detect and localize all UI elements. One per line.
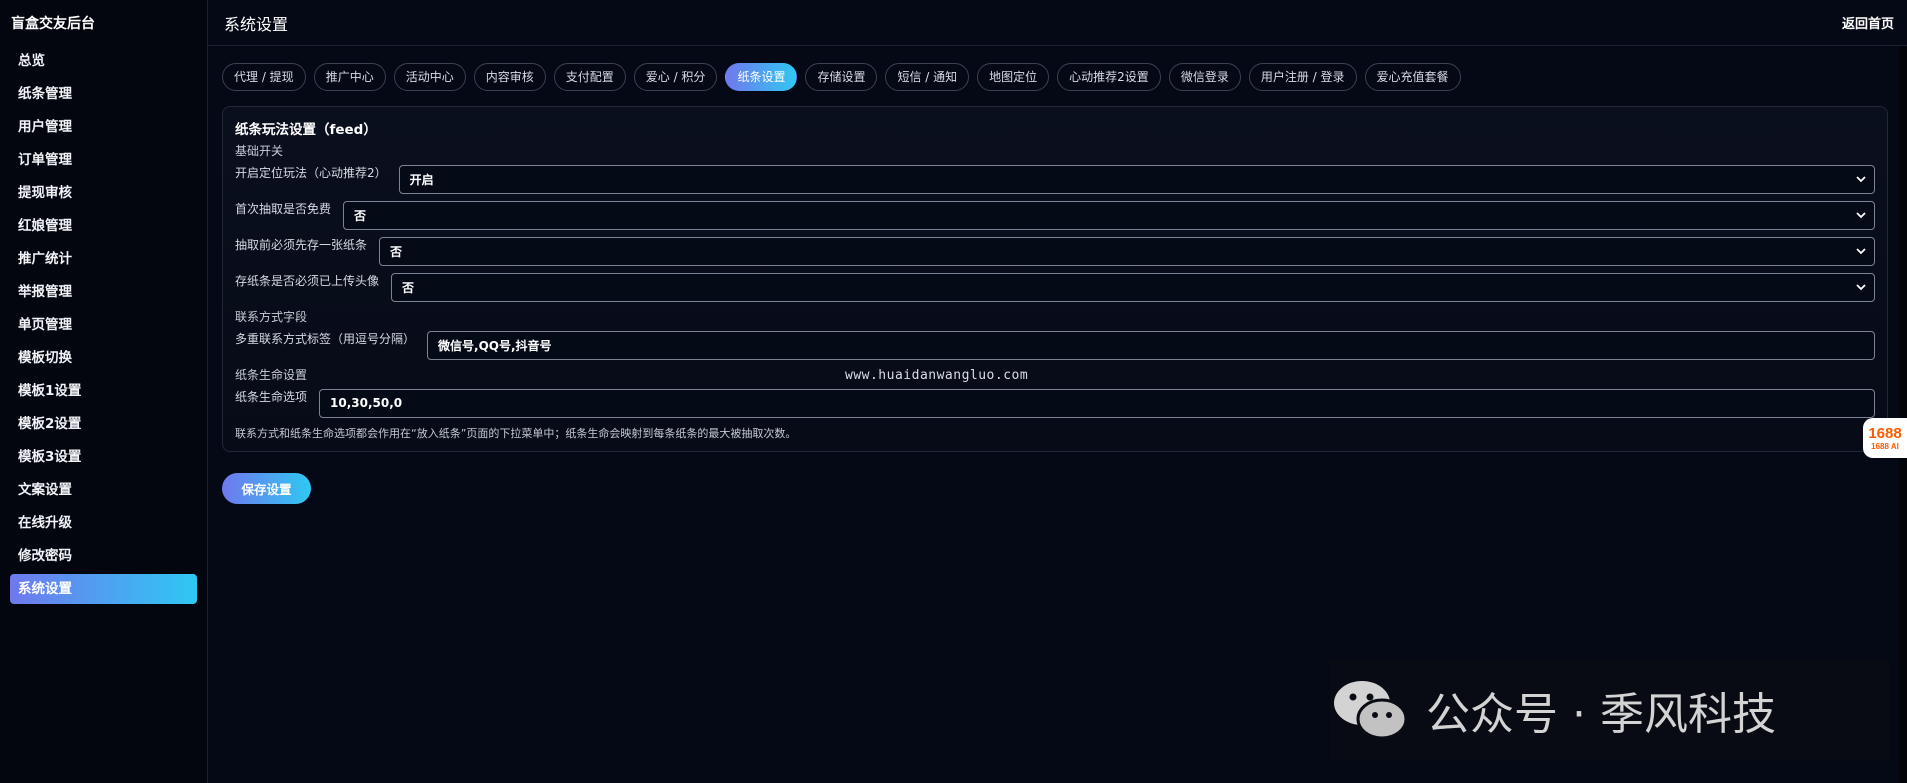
sidebar-item-pages[interactable]: 单页管理 [10, 310, 197, 340]
sidebar-item-matchmakers[interactable]: 红娘管理 [10, 211, 197, 241]
sidebar-item-withdraw-review[interactable]: 提现审核 [10, 178, 197, 208]
store-before-draw-select[interactable]: 否 [379, 236, 1875, 266]
sidebar: 盲盒交友后台 总览 纸条管理 用户管理 订单管理 提现审核 红娘管理 推广统计 … [0, 0, 208, 783]
tab-note-settings[interactable]: 纸条设置 [725, 63, 798, 91]
select-value: 否 [402, 280, 415, 295]
select-value: 否 [354, 208, 367, 223]
badge-sub: 1688 AI [1871, 441, 1899, 451]
row-location-play: 开启定位玩法（心动推荐2） 开启 [235, 161, 1875, 197]
section-note-life: 纸条生命设置 [235, 368, 308, 382]
chevron-down-icon [1856, 284, 1866, 291]
select-value: 否 [390, 244, 403, 259]
avatar-required-select[interactable]: 否 [391, 272, 1875, 302]
section-contact-fields: 联系方式字段 [235, 310, 308, 324]
sidebar-item-template-switch[interactable]: 模板切换 [10, 343, 197, 373]
wechat-icon [1334, 681, 1408, 740]
field-label: 存纸条是否必须已上传头像 [235, 274, 380, 288]
row-first-draw-free: 首次抽取是否免费 否 [235, 197, 1875, 233]
badge-logo: 1688 [1868, 424, 1902, 442]
sidebar-item-upgrade[interactable]: 在线升级 [10, 508, 197, 538]
sidebar-item-notes[interactable]: 纸条管理 [10, 79, 197, 109]
row-contact-labels: 多重联系方式标签（用逗号分隔） [235, 327, 1875, 363]
sidebar-menu: 总览 纸条管理 用户管理 订单管理 提现审核 红娘管理 推广统计 举报管理 单页… [0, 46, 207, 604]
sidebar-item-password[interactable]: 修改密码 [10, 541, 197, 571]
page-title: 系统设置 [224, 14, 289, 34]
sidebar-item-system-settings[interactable]: 系统设置 [10, 574, 197, 604]
sidebar-item-template2[interactable]: 模板2设置 [10, 409, 197, 439]
sidebar-item-template1[interactable]: 模板1设置 [10, 376, 197, 406]
scrollbar-track[interactable] [1899, 46, 1907, 783]
tab-agent-withdraw[interactable]: 代理 / 提现 [222, 63, 306, 91]
save-settings-button[interactable]: 保存设置 [222, 473, 311, 504]
settings-hint: 联系方式和纸条生命选项都会作用在“放入纸条”页面的下拉菜单中；纸条生命会映射到每… [235, 427, 797, 440]
tab-user-register-login[interactable]: 用户注册 / 登录 [1248, 63, 1357, 91]
brand-title: 盲盒交友后台 [11, 16, 95, 32]
tab-storage-settings[interactable]: 存储设置 [805, 63, 878, 91]
tab-activity-center[interactable]: 活动中心 [393, 63, 466, 91]
field-label: 纸条生命选项 [235, 390, 308, 404]
section-basic-switches: 基础开关 [235, 144, 284, 158]
sidebar-item-copywriting[interactable]: 文案设置 [10, 475, 197, 505]
note-life-input[interactable] [319, 388, 1875, 418]
topbar: 系统设置 返回首页 [208, 0, 1907, 46]
field-label: 开启定位玩法（心动推荐2） [235, 166, 387, 180]
tab-payment-config[interactable]: 支付配置 [553, 63, 626, 91]
tab-recommend2-settings[interactable]: 心动推荐2设置 [1057, 63, 1161, 91]
contact-labels-input[interactable] [427, 330, 1875, 360]
tab-love-points[interactable]: 爱心 / 积分 [633, 63, 718, 91]
tab-map-location[interactable]: 地图定位 [977, 63, 1050, 91]
row-avatar-required: 存纸条是否必须已上传头像 否 [235, 269, 1875, 305]
home-link[interactable]: 返回首页 [1842, 13, 1894, 32]
tab-sms-notify[interactable]: 短信 / 通知 [885, 63, 970, 91]
field-label: 多重联系方式标签（用逗号分隔） [235, 332, 416, 346]
sidebar-item-overview[interactable]: 总览 [10, 46, 197, 76]
row-store-before-draw: 抽取前必须先存一张纸条 否 [235, 233, 1875, 269]
field-label: 首次抽取是否免费 [235, 202, 332, 216]
sidebar-item-reports[interactable]: 举报管理 [10, 277, 197, 307]
chevron-down-icon [1856, 176, 1866, 183]
select-value: 开启 [409, 172, 434, 187]
note-settings-panel: 纸条玩法设置（feed） 基础开关 开启定位玩法（心动推荐2） 开启 首次抽取是… [222, 106, 1888, 452]
sidebar-item-promo-stats[interactable]: 推广统计 [10, 244, 197, 274]
tab-love-recharge[interactable]: 爱心充值套餐 [1364, 63, 1461, 91]
tab-content-review[interactable]: 内容审核 [473, 63, 546, 91]
row-note-life: 纸条生命选项 [235, 385, 1875, 421]
location-play-select[interactable]: 开启 [398, 164, 1875, 194]
url-watermark: www.huaidanwangluo.com [845, 368, 1029, 383]
panel-title: 纸条玩法设置（feed） [235, 122, 377, 138]
sidebar-item-orders[interactable]: 订单管理 [10, 145, 197, 175]
chevron-down-icon [1856, 212, 1866, 219]
settings-tabs: 代理 / 提现 推广中心 活动中心 内容审核 支付配置 爱心 / 积分 纸条设置… [208, 46, 1907, 91]
first-draw-free-select[interactable]: 否 [343, 200, 1875, 230]
sidebar-item-users[interactable]: 用户管理 [10, 112, 197, 142]
field-label: 抽取前必须先存一张纸条 [235, 238, 368, 252]
tab-promo-center[interactable]: 推广中心 [313, 63, 386, 91]
chevron-down-icon [1856, 248, 1866, 255]
tab-wechat-login[interactable]: 微信登录 [1168, 63, 1241, 91]
badge-1688[interactable]: 1688 1688 AI [1863, 418, 1907, 458]
wechat-watermark-text: 公众号 · 季风科技 [1426, 689, 1776, 740]
wechat-watermark: 公众号 · 季风科技 [1330, 660, 1890, 760]
sidebar-item-template3[interactable]: 模板3设置 [10, 442, 197, 472]
